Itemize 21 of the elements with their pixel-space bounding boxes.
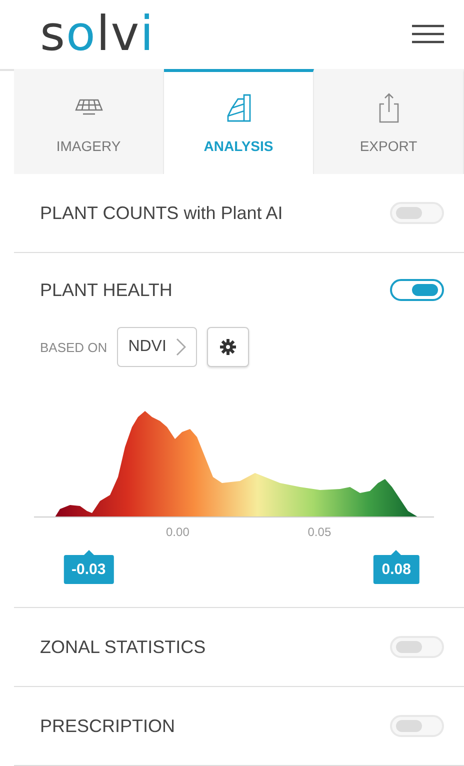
axis-tick-label: 0.05	[308, 525, 332, 539]
range-handle[interactable]: 0.08	[374, 555, 419, 584]
section-title: PLANT COUNTS with Plant AI	[40, 202, 283, 224]
toggle-switch[interactable]	[390, 279, 444, 301]
index-button[interactable]: NDVI	[117, 327, 198, 367]
chevron-icon	[176, 338, 186, 356]
handle-pointer-icon	[84, 550, 94, 555]
section-title: PLANT HEALTH	[40, 280, 172, 300]
tab[interactable]: EXPORT	[314, 68, 464, 174]
handle-pointer-icon	[391, 550, 402, 555]
menu-icon[interactable]	[412, 24, 444, 44]
tab[interactable]: ANALYSIS	[164, 68, 314, 174]
section-title: ZONAL STATISTICS	[40, 636, 206, 658]
based-on-label: BASED ON	[40, 340, 108, 354]
settings-button[interactable]	[207, 327, 250, 367]
settings-icon	[220, 339, 236, 355]
range-handle[interactable]: -0.03	[64, 555, 114, 584]
tab[interactable]: IMAGERY	[14, 68, 164, 174]
axis-tick-label: 0.00	[166, 525, 190, 539]
section-title: PRESCRIPTION	[40, 716, 176, 736]
logo: solvi	[40, 10, 154, 58]
